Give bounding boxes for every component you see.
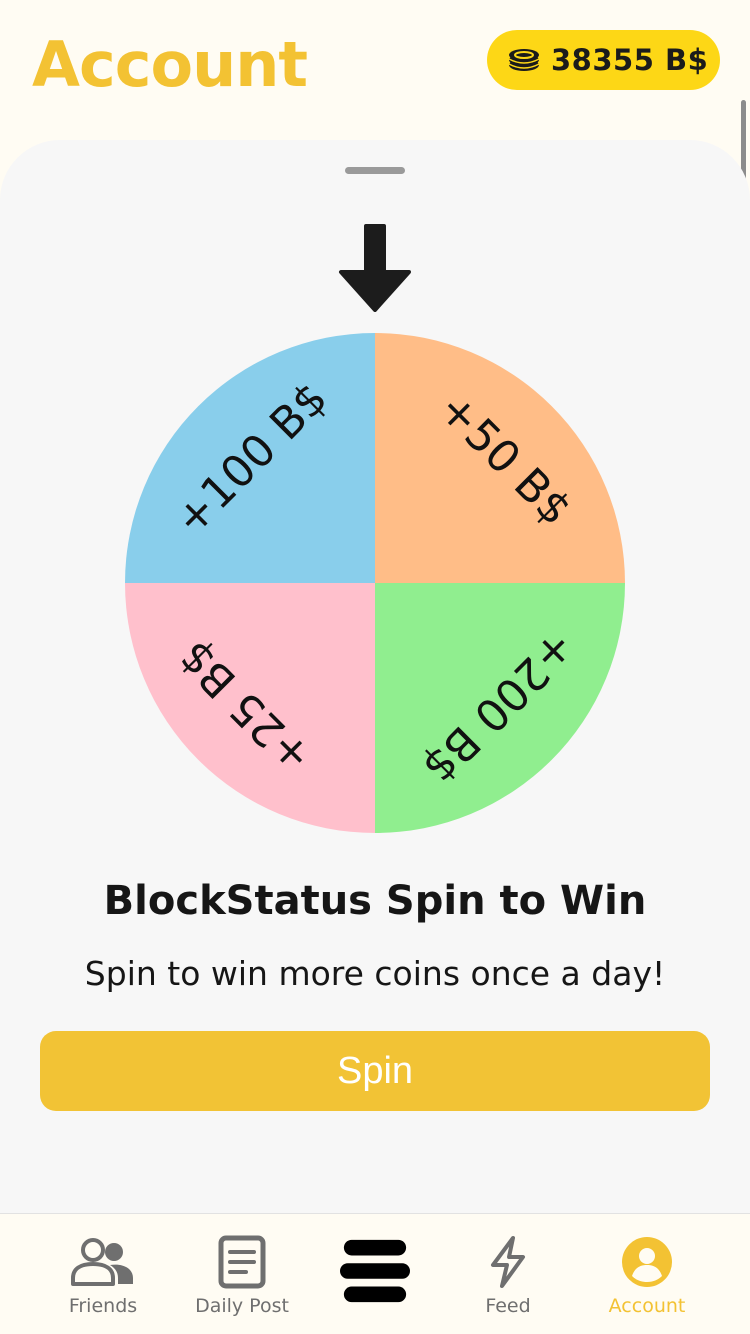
tab-daily-post-label: Daily Post	[195, 1295, 289, 1317]
tab-feed[interactable]: Feed	[438, 1214, 578, 1334]
tab-account-label: Account	[608, 1295, 686, 1317]
spin-sheet: +100 B$ +50 B$ +200 B$ +25 B$ BlockStatu…	[0, 140, 750, 1214]
tab-friends-label: Friends	[68, 1295, 138, 1317]
tab-daily-post[interactable]: Daily Post	[172, 1214, 312, 1334]
document-icon	[207, 1234, 277, 1290]
coin-balance: 38355 B$	[551, 43, 709, 77]
tab-friends[interactable]: Friends	[33, 1214, 173, 1334]
lightning-icon	[473, 1234, 543, 1290]
page-title: Account	[32, 28, 308, 101]
tab-account[interactable]: Account	[577, 1214, 717, 1334]
tab-bar: Friends Daily Post Feed Account	[0, 1213, 750, 1334]
coin-stack-icon	[508, 49, 540, 71]
blockstatus-logo-icon	[340, 1236, 410, 1306]
spin-title: BlockStatus Spin to Win	[103, 878, 647, 924]
down-arrow-icon	[339, 224, 411, 312]
spin-button[interactable]: Spin	[40, 1031, 710, 1111]
sheet-grabber[interactable]	[345, 167, 405, 174]
coin-balance-badge[interactable]: 38355 B$	[487, 30, 720, 90]
account-icon	[612, 1234, 682, 1290]
spin-subtitle: Spin to win more coins once a day!	[84, 954, 666, 993]
header: Account 38355 B$	[0, 0, 750, 140]
tab-feed-label: Feed	[485, 1295, 531, 1317]
tab-home[interactable]	[305, 1214, 445, 1334]
prize-wheel[interactable]: +100 B$ +50 B$ +200 B$ +25 B$	[125, 333, 625, 833]
friends-icon	[68, 1234, 138, 1290]
